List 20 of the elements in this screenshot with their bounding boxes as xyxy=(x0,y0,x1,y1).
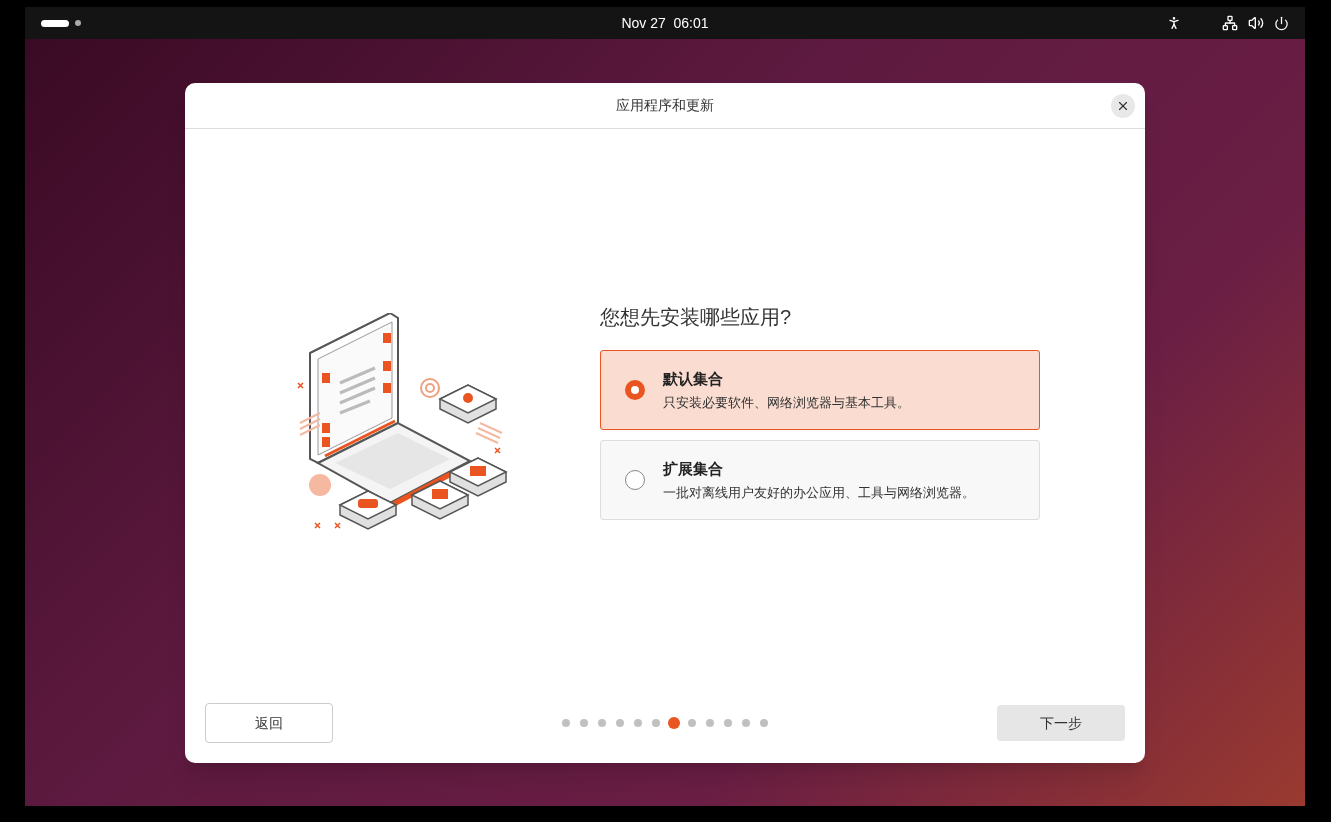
option-card[interactable]: 扩展集合 一批对离线用户友好的办公应用、工具与网络浏览器。 xyxy=(600,440,1040,520)
back-button[interactable]: 返回 xyxy=(205,703,333,743)
accessibility-icon[interactable] xyxy=(1166,15,1182,31)
option-title: 扩展集合 xyxy=(663,458,724,479)
option-card[interactable]: 默认集合 只安装必要软件、网络浏览器与基本工具。 xyxy=(600,350,1040,430)
network-icon[interactable] xyxy=(1222,15,1238,31)
clock[interactable]: Nov 27 06:01 xyxy=(621,12,709,34)
option-title: 默认集合 xyxy=(663,368,724,389)
dialog-title: 应用程序和更新 xyxy=(616,96,714,115)
close-button[interactable] xyxy=(1111,94,1135,118)
option-description: 只安装必要软件、网络浏览器与基本工具。 xyxy=(663,394,910,412)
radio-button[interactable] xyxy=(625,380,645,400)
option-description: 一批对离线用户友好的办公应用、工具与网络浏览器。 xyxy=(663,484,975,502)
close-icon xyxy=(1116,99,1130,113)
power-icon[interactable] xyxy=(1274,15,1289,31)
radio-button[interactable] xyxy=(625,470,645,490)
workspace-indicator[interactable] xyxy=(41,19,69,27)
next-button[interactable]: 下一步 xyxy=(997,705,1125,741)
volume-icon[interactable] xyxy=(1248,15,1264,31)
question-heading: 您想先安装哪些应用? xyxy=(600,305,793,330)
